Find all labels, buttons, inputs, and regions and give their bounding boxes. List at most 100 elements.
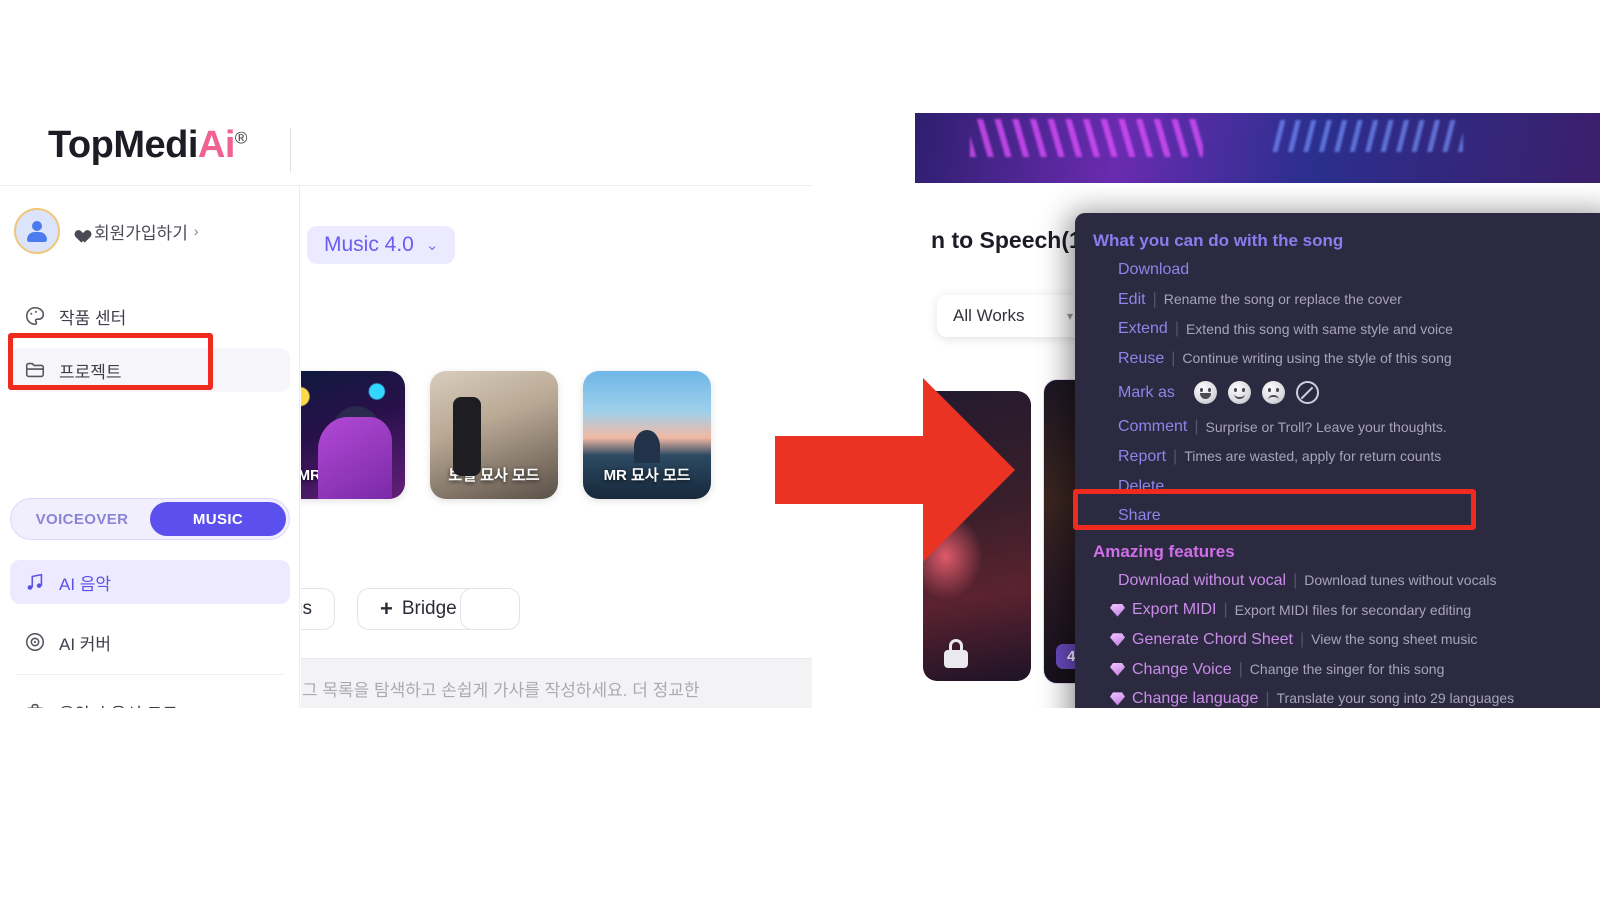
- menu-item-comment[interactable]: Comment | Surprise or Troll? Leave your …: [1075, 412, 1600, 442]
- mode-card-caption: 보컬 묘사 모드: [448, 467, 540, 484]
- structure-tag-row: orus + Bridge: [301, 588, 520, 630]
- toolbox-icon: [24, 701, 46, 708]
- brand-text-ai: Ai: [197, 124, 236, 166]
- menu-item-action: Download without vocal: [1118, 571, 1287, 589]
- menu-item-desc: Change the singer for this song: [1249, 660, 1445, 677]
- red-right-arrow-icon: [775, 378, 1015, 562]
- menu-item-action: Edit: [1118, 290, 1146, 308]
- avatar: [14, 208, 60, 254]
- ban-icon[interactable]: [1295, 381, 1319, 405]
- smile-face-icon[interactable]: [1227, 381, 1251, 405]
- gem-icon: [1110, 633, 1125, 647]
- mode-card-caption: MR 반주 모드: [301, 467, 385, 484]
- mode-card[interactable]: MR 묘사 모드: [583, 371, 711, 499]
- gem-icon: [1110, 662, 1125, 676]
- bridge-tag-label: Bridge: [401, 598, 457, 619]
- menu-item-action: Reuse: [1118, 349, 1165, 367]
- lyrics-hint-box[interactable]: 그 목록을 탐색하고 손쉽게 가사를 작성하세요. 더 정교한 지], [후렴]…: [301, 658, 812, 708]
- chorus-tag-label: orus: [301, 598, 312, 619]
- brand-registered-mark: ®: [234, 128, 248, 148]
- sidebar: 회원가입하기 › 작품 센터 프로젝트 VOICEOVER MUSIC AI 음…: [0, 186, 300, 708]
- works-banner: [915, 113, 1600, 183]
- model-selector[interactable]: Music 4.0 ⌄: [307, 226, 456, 264]
- chevron-right-icon: ›: [193, 223, 199, 239]
- account-row[interactable]: 회원가입하기 ›: [14, 208, 199, 254]
- menu-separator: |: [1238, 660, 1243, 678]
- menu-separator: |: [1152, 290, 1157, 308]
- right-screenshot-panel: n to Speech(13) All Works ▾ 451 ng What …: [915, 113, 1600, 708]
- works-body: n to Speech(13) All Works ▾ 451 ng What …: [915, 183, 1600, 708]
- sidebar-item-works-center[interactable]: 작품 센터: [10, 294, 290, 338]
- sidebar-item-label: 음악 효율성 도구: [59, 700, 178, 709]
- menu-item-action: Comment: [1118, 418, 1188, 436]
- menu-item-extend[interactable]: Extend | Extend this song with same styl…: [1075, 314, 1600, 344]
- sidebar-item-label: AI 커버: [59, 634, 112, 654]
- lyrics-hint-line: 지], [후렴] 태그를 추가하세요. 음악 창작의 가능성을 넓히: [302, 706, 812, 708]
- menu-item-download-without-vocal[interactable]: Download without vocal | Download tunes …: [1075, 566, 1600, 596]
- song-actions-menu: What you can do with the song Download E…: [1075, 213, 1600, 708]
- menu-section-title: Amazing features: [1093, 541, 1235, 561]
- menu-item-action: Share: [1118, 507, 1161, 525]
- menu-separator: |: [1300, 630, 1305, 648]
- menu-item-desc: Translate your song into 29 languages: [1276, 690, 1515, 707]
- brand-logo: TopMediAi®: [48, 124, 247, 167]
- sidebar-divider: [16, 674, 284, 675]
- menu-item-desc: Extend this song with same style and voi…: [1185, 320, 1453, 337]
- menu-item-desc: Surprise or Troll? Leave your thoughts.: [1205, 418, 1447, 435]
- menu-item-action: Change language: [1132, 690, 1259, 708]
- mode-card-caption: MR 묘사 모드: [603, 467, 691, 484]
- segment-music[interactable]: MUSIC: [150, 502, 286, 536]
- heart-icon: [72, 224, 87, 238]
- sidebar-item-ai-music[interactable]: AI 음악: [10, 560, 290, 604]
- menu-item-change-voice[interactable]: Change Voice | Change the singer for thi…: [1075, 655, 1600, 685]
- lock-icon: [943, 639, 969, 669]
- mode-card[interactable]: 보컬 묘사 모드: [430, 371, 558, 499]
- menu-separator: |: [1293, 571, 1298, 589]
- menu-separator: |: [1265, 690, 1270, 708]
- menu-item-export-midi[interactable]: Export MIDI | Export MIDI files for seco…: [1075, 595, 1600, 625]
- menu-item-action: Report: [1118, 447, 1167, 465]
- mode-card[interactable]: MR 반주 모드: [301, 371, 405, 499]
- all-works-value: All Works: [953, 306, 1025, 325]
- menu-item-download[interactable]: Download: [1075, 255, 1600, 285]
- chorus-tag-button[interactable]: orus: [301, 588, 335, 630]
- segment-voiceover[interactable]: VOICEOVER: [14, 502, 150, 536]
- sidebar-item-music-tools[interactable]: 음악 효율성 도구: [10, 690, 290, 708]
- all-works-filter[interactable]: All Works ▾: [937, 295, 1089, 337]
- menu-item-action: Change Voice: [1132, 660, 1232, 678]
- menu-item-edit[interactable]: Edit | Rename the song or replace the co…: [1075, 285, 1600, 315]
- menu-item-action: Delete: [1118, 477, 1165, 495]
- menu-item-report[interactable]: Report | Times are wasted, apply for ret…: [1075, 442, 1600, 472]
- extra-tag-button[interactable]: [459, 588, 520, 630]
- mark-as-label: Mark as: [1118, 384, 1175, 402]
- menu-item-desc: Rename the song or replace the cover: [1163, 290, 1402, 307]
- menu-item-action: Download: [1118, 261, 1190, 278]
- sidebar-item-ai-cover[interactable]: AI 커버: [10, 620, 290, 664]
- music-note-icon: [24, 571, 46, 593]
- sidebar-item-label: AI 음악: [59, 574, 112, 594]
- menu-item-share[interactable]: Share: [1075, 501, 1600, 531]
- grin-face-icon[interactable]: [1193, 381, 1217, 405]
- menu-separator: |: [1171, 349, 1176, 367]
- sidebar-item-label: 작품 센터: [59, 308, 127, 328]
- palette-icon: [24, 305, 46, 327]
- gem-icon: [1110, 603, 1125, 617]
- sidebar-item-project[interactable]: 프로젝트: [10, 348, 290, 392]
- menu-item-change-language[interactable]: Change language | Translate your song in…: [1075, 684, 1600, 708]
- signup-link[interactable]: 회원가입하기 ›: [72, 219, 199, 244]
- mark-as-icon-row: [1193, 381, 1319, 405]
- signup-label: 회원가입하기: [94, 223, 188, 243]
- menu-item-generate-chord-sheet[interactable]: Generate Chord Sheet | View the song she…: [1075, 625, 1600, 655]
- sad-face-icon[interactable]: [1261, 381, 1285, 405]
- sidebar-item-label: 프로젝트: [59, 362, 122, 382]
- disc-icon: [24, 631, 46, 653]
- menu-item-desc: Times are wasted, apply for return count…: [1184, 448, 1442, 465]
- menu-separator: |: [1174, 320, 1179, 338]
- voiceover-music-toggle[interactable]: VOICEOVER MUSIC: [10, 498, 290, 540]
- chevron-down-icon: ⌄: [425, 237, 439, 254]
- folder-icon: [24, 359, 46, 381]
- menu-item-mark-as[interactable]: Mark as: [1075, 373, 1600, 412]
- chevron-down-icon: ▾: [1066, 309, 1073, 323]
- menu-item-reuse[interactable]: Reuse | Continue writing using the style…: [1075, 344, 1600, 374]
- menu-item-delete[interactable]: Delete: [1075, 472, 1600, 502]
